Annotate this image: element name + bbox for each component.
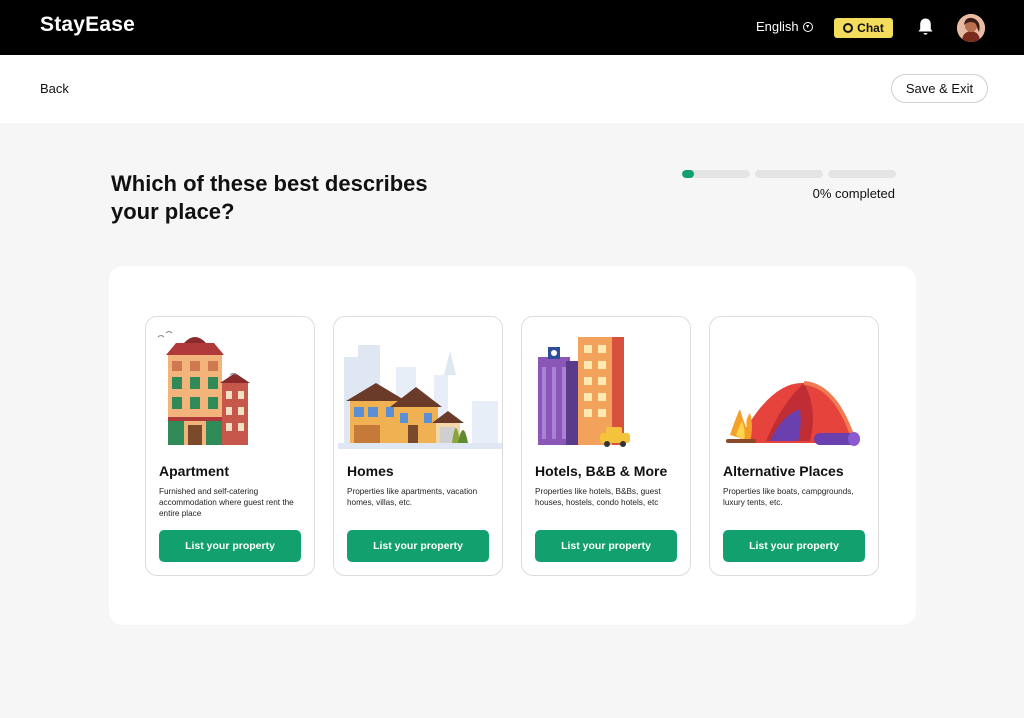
progress-bar: [682, 170, 896, 178]
bell-icon[interactable]: [917, 17, 934, 37]
list-property-button[interactable]: List your property: [535, 530, 677, 562]
card-title: Alternative Places: [723, 463, 844, 479]
property-card-homes[interactable]: Homes Properties like apartments, vacati…: [333, 316, 503, 576]
tent-campfire-icon: [726, 381, 860, 446]
apartment-building-icon: [157, 331, 250, 445]
progress-segment: [755, 170, 823, 178]
back-link[interactable]: Back: [40, 81, 69, 96]
avatar-image: [957, 14, 985, 42]
list-property-button[interactable]: List your property: [347, 530, 489, 562]
card-title: Apartment: [159, 463, 230, 479]
progress-segment: [828, 170, 896, 178]
property-card-hotels[interactable]: Hotels, B&B & More Properties like hotel…: [521, 316, 691, 576]
list-property-button[interactable]: List your property: [723, 530, 865, 562]
step-navigation-bar: Back Save & Exit: [0, 55, 1024, 123]
card-description: Properties like apartments, vacation hom…: [347, 487, 478, 507]
chevron-down-icon: ▾: [802, 21, 813, 32]
card-description: Properties like hotels, B&Bs, guest hous…: [535, 487, 661, 507]
card-description: Furnished and self-catering accommodatio…: [159, 487, 294, 518]
card-title: Homes: [347, 463, 394, 479]
progress-label: 0% completed: [812, 186, 895, 201]
chat-icon: [843, 23, 854, 33]
top-navigation-bar: StayEase English ▾ Chat: [0, 0, 1024, 55]
language-label: English: [756, 19, 799, 34]
chat-button[interactable]: Chat: [834, 18, 893, 38]
property-card-alternative[interactable]: Alternative Places Properties like boats…: [709, 316, 879, 576]
progress-fill: [682, 170, 694, 178]
language-selector[interactable]: English ▾: [756, 19, 813, 34]
card-title: Hotels, B&B & More: [535, 463, 668, 479]
save-exit-button[interactable]: Save & Exit: [891, 74, 988, 103]
property-card-apartment[interactable]: Apartment Furnished and self-catering ac…: [145, 316, 315, 576]
house-icon: [338, 345, 502, 449]
avatar[interactable]: [957, 14, 985, 42]
progress-segment: [682, 170, 750, 178]
hotel-buildings-icon: [538, 337, 630, 447]
property-type-panel: Apartment Furnished and self-catering ac…: [109, 266, 916, 625]
page-title: Which of these best describes your place…: [111, 171, 428, 224]
app-logo[interactable]: StayEase: [40, 13, 135, 37]
chat-label: Chat: [857, 21, 884, 35]
card-description: Properties like boats, campgrounds, luxu…: [723, 487, 854, 507]
list-property-button[interactable]: List your property: [159, 530, 301, 562]
